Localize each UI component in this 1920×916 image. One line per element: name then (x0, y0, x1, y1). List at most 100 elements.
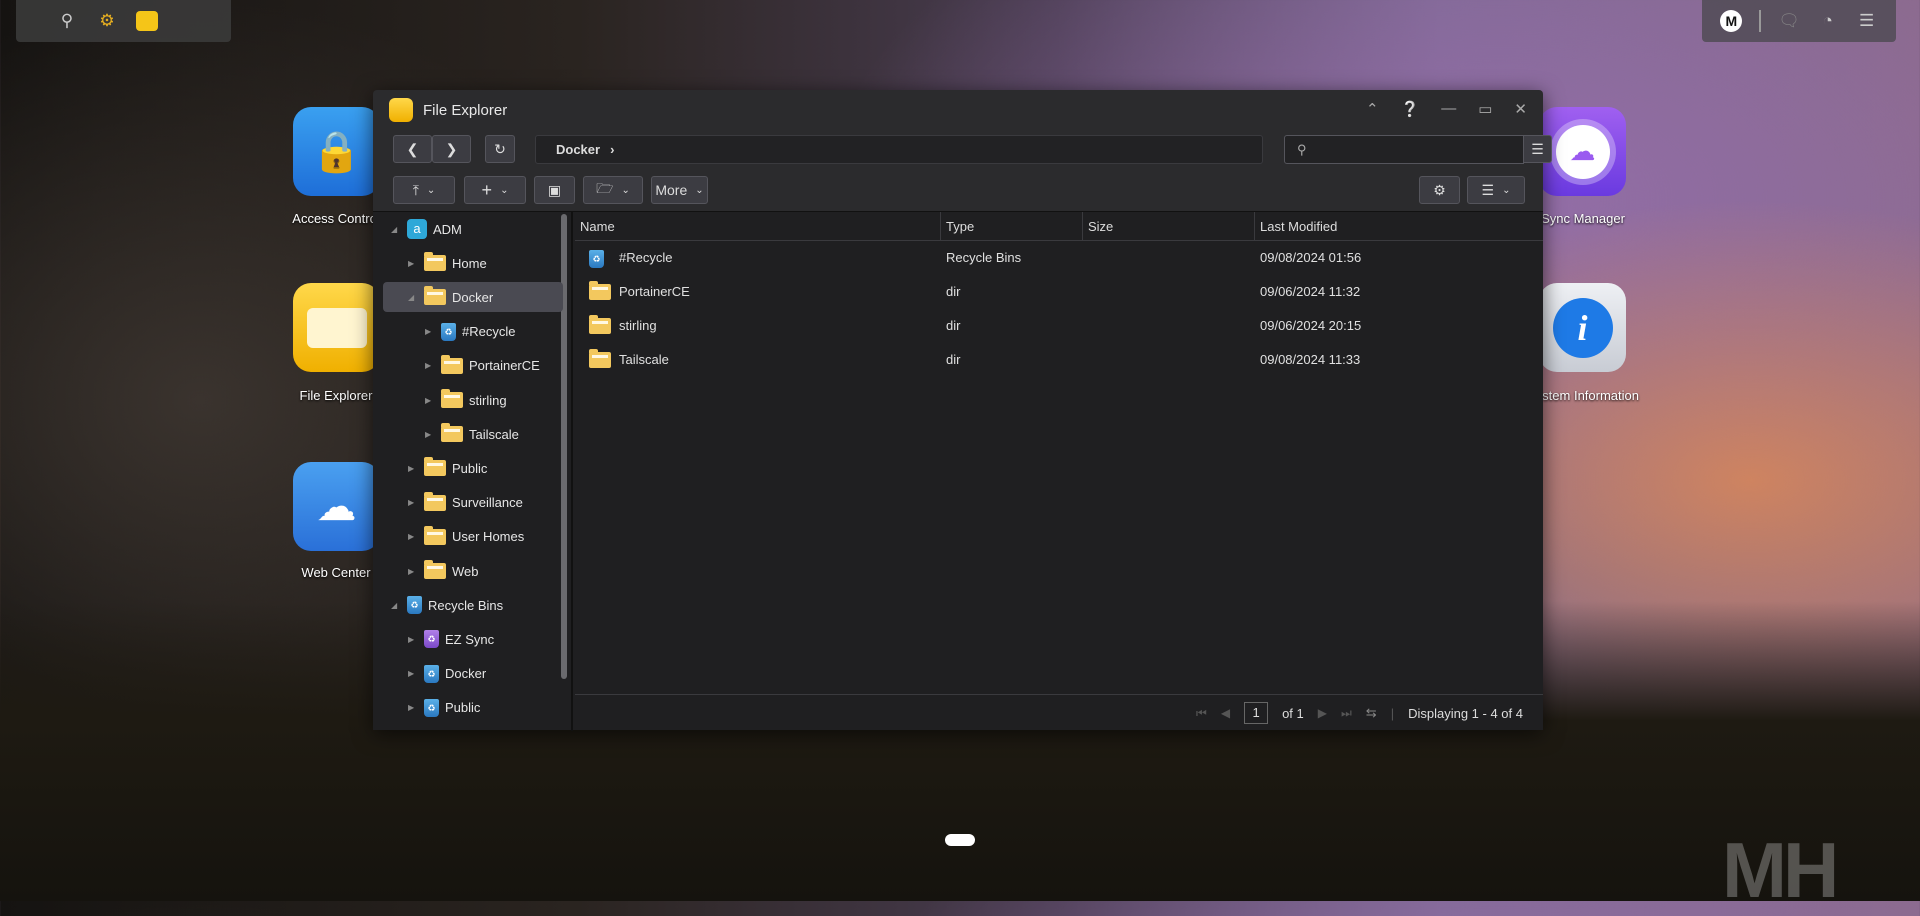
tree-item[interactable]: ▶ Tailscale (383, 419, 563, 449)
create-button[interactable]: + ⌄ (464, 176, 526, 204)
chat-icon[interactable]: 🗨 (1778, 10, 1800, 32)
expand-arrow-icon[interactable]: ▶ (408, 532, 418, 541)
expand-arrow-icon[interactable]: ▶ (408, 669, 418, 678)
next-page-icon[interactable]: ▶ (1318, 706, 1327, 720)
tree-item-label: Surveillance (452, 495, 523, 511)
search-filter-button[interactable]: ☰ (1523, 135, 1552, 163)
file-explorer-icon[interactable] (136, 10, 158, 32)
cell-name: Tailscale (619, 352, 669, 367)
maximize-icon[interactable]: ▭ (1478, 100, 1492, 118)
tree-item[interactable]: ▶ stirling (383, 385, 563, 415)
tree-item-label: ADM (433, 221, 462, 237)
first-page-icon[interactable]: ⏮ (1196, 706, 1207, 721)
tree-item[interactable]: ▶ ♻ Public (383, 693, 563, 723)
tree-item[interactable]: ◢ a ADM (383, 214, 563, 244)
collapse-arrow-icon[interactable]: ◢ (391, 225, 401, 234)
folder-icon (589, 281, 611, 300)
tree-item[interactable]: ▶ Public (383, 453, 563, 483)
minimize-icon[interactable]: — (1441, 100, 1456, 118)
search-input[interactable]: ⚲ (1284, 135, 1524, 164)
refresh-icon[interactable]: ⇆ (1366, 705, 1377, 721)
collapse-arrow-icon[interactable]: ◢ (391, 601, 401, 610)
table-row[interactable]: PortainerCE dir 09/06/2024 11:32 (575, 275, 1543, 309)
close-icon[interactable]: ✕ (1514, 100, 1527, 118)
content-area: ◢ a ADM ▶ Home ◢ Docker ▶ ♻ #Recycle ▶ PortainerCE ▶… (373, 211, 1543, 731)
back-button[interactable]: ❮ (393, 135, 432, 163)
collapse-arrow-icon[interactable]: ◢ (408, 293, 418, 302)
adm-icon: a (407, 219, 427, 239)
cell-type: dir (946, 352, 961, 367)
shared-folder-icon (424, 525, 446, 545)
dashboard-icon[interactable]: ◔ (1817, 10, 1839, 32)
tree-item[interactable]: ▶ ♻ EZ Sync (383, 624, 563, 654)
expand-arrow-icon[interactable]: ▶ (408, 464, 418, 473)
table-row[interactable]: stirling dir 09/06/2024 20:15 (575, 309, 1543, 343)
expand-arrow-icon[interactable]: ▶ (425, 430, 435, 439)
last-page-icon[interactable]: ⏭ (1341, 706, 1352, 721)
column-last-modified[interactable]: Last Modified (1254, 212, 1543, 241)
desktop-icon-system-information[interactable]: i (1539, 283, 1626, 372)
desktop-icon-sync-manager[interactable]: ☁ (1539, 107, 1626, 196)
upload-button[interactable]: ⤒ ⌄ (393, 176, 455, 204)
expand-arrow-icon[interactable]: ▶ (425, 396, 435, 405)
search-icon: ⚲ (1297, 141, 1307, 157)
prev-page-icon[interactable]: ◀ (1221, 706, 1230, 720)
more-button[interactable]: More ⌄ (651, 176, 708, 204)
expand-arrow-icon[interactable]: ▶ (408, 635, 418, 644)
tree-item[interactable]: ▶ Surveillance (383, 488, 563, 518)
settings-icon[interactable]: ⚙ (96, 10, 118, 32)
tree-item[interactable]: ◢ ♻ Recycle Bins (383, 590, 563, 620)
tree-item[interactable]: ◢ Docker (383, 282, 563, 313)
controls-icon[interactable]: ☰ (1856, 10, 1878, 32)
tree-item[interactable]: ▶ ♻ Docker (383, 659, 563, 689)
tree-item[interactable]: ▶ Home (383, 248, 563, 278)
window-title: File Explorer (423, 101, 508, 119)
expand-arrow-icon[interactable]: ▶ (425, 327, 435, 336)
tree-item[interactable]: ▶ PortainerCE (383, 351, 563, 381)
breadcrumb[interactable]: Docker › (535, 135, 1263, 164)
tree-item[interactable]: ▶ Web (383, 556, 563, 586)
folder-icon (441, 389, 463, 408)
collapse-icon[interactable]: ⌃ (1366, 100, 1379, 118)
select-all-button[interactable]: ▣ (534, 176, 575, 204)
forward-button[interactable]: ❯ (432, 135, 471, 163)
page-indicator[interactable] (945, 834, 975, 846)
tree-item-label: EZ Sync (445, 631, 495, 647)
shared-folder-icon (424, 560, 446, 579)
page-input[interactable]: 1 (1244, 702, 1269, 724)
desktop-icon-access-control[interactable]: 🔒 (293, 107, 380, 196)
folder-tree: ◢ a ADM ▶ Home ◢ Docker ▶ ♻ #Recycle ▶ PortainerCE ▶… (373, 212, 573, 731)
column-size[interactable]: Size (1082, 212, 1254, 241)
tree-item[interactable]: ▶ User Homes (383, 522, 563, 552)
folder-icon (589, 349, 611, 368)
gear-icon: ⚙ (1433, 181, 1446, 198)
expand-arrow-icon[interactable]: ▶ (408, 498, 418, 507)
desktop-icon-file-explorer[interactable] (293, 283, 380, 372)
expand-arrow-icon[interactable]: ▶ (425, 361, 435, 370)
breadcrumb-item[interactable]: Docker (556, 142, 600, 157)
table-row[interactable]: Tailscale dir 09/08/2024 11:33 (575, 343, 1543, 377)
cell-modified: 09/06/2024 11:32 (1260, 284, 1361, 299)
file-explorer-icon (293, 283, 380, 372)
shared-folder-icon (424, 491, 446, 511)
upload-icon: ⤒ (412, 181, 419, 198)
column-name[interactable]: Name (575, 212, 940, 241)
column-type[interactable]: Type (940, 212, 1082, 241)
help-icon[interactable]: ❔ (1401, 100, 1420, 118)
cell-name: PortainerCE (619, 284, 690, 299)
tree-item[interactable]: ▶ ♻ #Recycle (383, 317, 563, 347)
search-icon[interactable]: ⚲ (56, 10, 78, 32)
tree-item-label: PortainerCE (469, 358, 540, 374)
expand-arrow-icon[interactable]: ▶ (408, 259, 418, 268)
share-folder-button[interactable]: 🗁 ⌄ (583, 176, 643, 204)
table-row[interactable]: ♻ #Recycle Recycle Bins 09/08/2024 01:56 (575, 241, 1543, 275)
view-mode-button[interactable]: ☰ ⌄ (1467, 176, 1525, 204)
tree-item-label: Home (452, 255, 487, 271)
desktop-icon-web-center[interactable]: ☁ (293, 462, 380, 551)
user-avatar[interactable]: M (1720, 10, 1743, 32)
refresh-button[interactable]: ↻ (485, 135, 515, 163)
expand-arrow-icon[interactable]: ▶ (408, 703, 418, 712)
access-control-icon: 🔒 (293, 107, 380, 196)
expand-arrow-icon[interactable]: ▶ (408, 567, 418, 576)
settings-button[interactable]: ⚙ (1419, 176, 1460, 204)
